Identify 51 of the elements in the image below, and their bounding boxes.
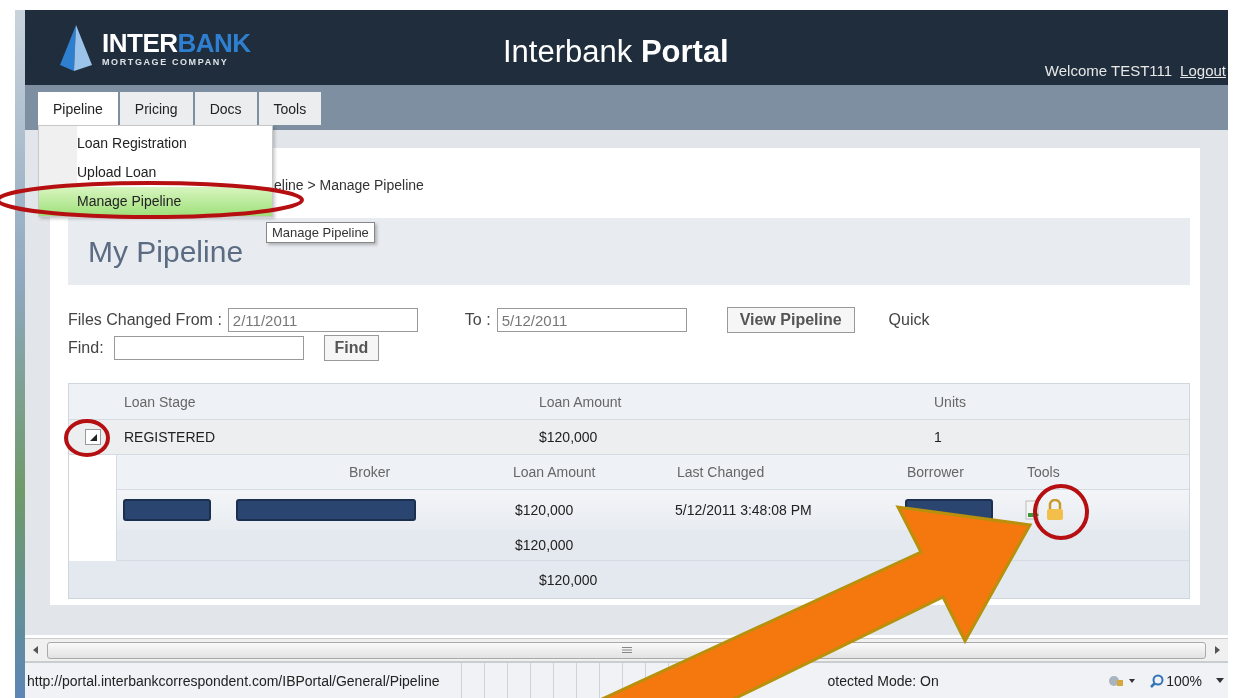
scroll-right-icon[interactable] bbox=[1214, 646, 1220, 654]
column-header: Broker bbox=[347, 463, 392, 482]
zoom-level[interactable]: 100% bbox=[1166, 672, 1202, 689]
table-cell: $120,000 bbox=[515, 502, 574, 518]
column-header: Tools bbox=[1026, 463, 1061, 482]
subtotal-cell: $120,000 bbox=[515, 537, 574, 553]
menu-tab[interactable]: Pipeline bbox=[38, 92, 118, 125]
column-header: Loan Stage bbox=[123, 392, 197, 412]
highlight-ellipse bbox=[64, 419, 110, 457]
logo-tagline: MORTGAGE COMPANY bbox=[102, 56, 230, 67]
pyramid-logo-icon bbox=[58, 24, 94, 71]
column-header: Units bbox=[933, 392, 967, 412]
to-date-field[interactable]: 5/12/2011 bbox=[496, 308, 687, 332]
quick-label: Quick bbox=[888, 311, 930, 329]
total-cell-text: $120,000 bbox=[538, 570, 599, 590]
view-pipeline-button[interactable]: View Pipeline bbox=[726, 307, 855, 333]
menu-item[interactable]: Loan Registration bbox=[39, 128, 272, 158]
to-label: To : bbox=[464, 311, 491, 329]
column-header: Borrower bbox=[906, 463, 965, 482]
tooltip: Manage Pipeline bbox=[266, 222, 375, 243]
from-date-field[interactable]: 2/11/2011 bbox=[227, 308, 418, 332]
find-button[interactable]: Find bbox=[323, 335, 380, 361]
corner-triangle-icon bbox=[88, 433, 97, 441]
from-label: Files Changed From : bbox=[68, 311, 222, 329]
protected-mode-text: otected Mode: On bbox=[827, 672, 939, 689]
table-cell-text: REGISTERED bbox=[123, 428, 216, 447]
table-cell-text: $120,000 bbox=[538, 428, 599, 447]
column-header: Loan Amount bbox=[512, 463, 597, 482]
breadcrumb: eline > Manage Pipeline bbox=[274, 177, 424, 193]
status-url: http://portal.interbankcorrespondent.com/IBPortal/General/Pipeline bbox=[27, 672, 440, 689]
caret-icon[interactable] bbox=[1216, 678, 1224, 683]
zoom-icon[interactable] bbox=[1150, 673, 1165, 688]
collapse-toggle[interactable] bbox=[84, 429, 101, 445]
page-heading: My Pipeline bbox=[88, 234, 244, 269]
welcome-text: Welcome TEST111 bbox=[1044, 62, 1173, 79]
menu-tab[interactable]: Pricing bbox=[119, 92, 193, 125]
find-label: Find: bbox=[68, 339, 104, 357]
menu-tab[interactable]: Docs bbox=[194, 92, 257, 125]
scroll-left-icon[interactable] bbox=[33, 646, 39, 654]
menu-item[interactable]: Upload Loan bbox=[39, 157, 272, 187]
logout-link[interactable]: Logout bbox=[1180, 62, 1226, 79]
find-field[interactable] bbox=[113, 336, 304, 360]
menu-tab[interactable]: Tools bbox=[258, 92, 322, 125]
logo-wordmark: INTERBANK bbox=[102, 28, 251, 57]
portal-title: Interbank Portal bbox=[503, 34, 729, 70]
column-header: Loan Amount bbox=[538, 392, 623, 412]
table-cell-text: 1 bbox=[933, 428, 943, 447]
highlight-ellipse bbox=[1033, 484, 1089, 540]
table-cell: 5/12/2011 3:48:08 PM bbox=[675, 502, 812, 518]
security-icon[interactable] bbox=[1108, 673, 1137, 688]
column-header: Last Changed bbox=[676, 463, 766, 482]
